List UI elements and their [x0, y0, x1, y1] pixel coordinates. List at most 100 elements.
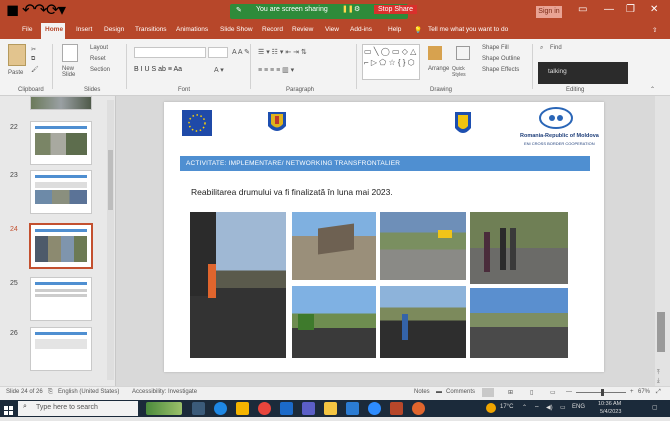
normal-view-icon[interactable] — [482, 388, 494, 397]
quick-styles-icon[interactable] — [456, 46, 470, 60]
arrange-icon[interactable] — [428, 46, 442, 60]
comments-icon[interactable]: ▬ — [436, 389, 442, 395]
shape-effects-button[interactable]: Shape Effects — [482, 67, 519, 73]
settings-icon[interactable]: ⚙ — [354, 5, 360, 13]
fit-slide-icon[interactable]: ⤢ — [656, 389, 661, 396]
cut-icon[interactable]: ✂ — [31, 46, 36, 53]
zoom-out-icon[interactable]: — — [566, 389, 572, 395]
word-icon[interactable] — [346, 402, 359, 415]
sign-in-button[interactable]: Sign in — [536, 6, 562, 18]
align-buttons[interactable]: ≡ ≡ ≡ ≡ ▥ ▾ — [258, 66, 294, 74]
zoom-app-icon[interactable] — [368, 402, 381, 415]
find-button[interactable]: Find — [550, 45, 562, 51]
zoom-in-icon[interactable]: + — [630, 389, 634, 395]
shape-fill-button[interactable]: Shape Fill — [482, 45, 509, 51]
clock-time[interactable]: 10:36 AM — [598, 401, 621, 407]
tab-review[interactable]: Review — [292, 26, 313, 33]
customize-icon[interactable]: ▾ — [58, 0, 66, 20]
minimize-button[interactable]: — — [604, 4, 614, 15]
temperature[interactable]: 17°C — [500, 404, 513, 410]
slideshow-icon[interactable]: ▭ — [550, 389, 556, 396]
prev-slide-icon[interactable]: ⤒ — [657, 370, 660, 377]
slide-scrollbar-thumb[interactable] — [657, 312, 665, 352]
accessibility-status[interactable]: Accessibility: Investigate — [132, 389, 197, 395]
next-slide-icon[interactable]: ⤓ — [657, 378, 660, 385]
taskbar-search-placeholder[interactable]: Type here to search — [36, 404, 98, 411]
tab-insert[interactable]: Insert — [76, 26, 92, 33]
tab-animations[interactable]: Animations — [176, 26, 208, 33]
arrange-button[interactable]: Arrange — [428, 66, 449, 72]
comments-button[interactable]: Comments — [446, 389, 475, 395]
share-icon[interactable]: ⇧ — [652, 26, 657, 34]
network-icon[interactable]: ⌔ — [534, 404, 540, 412]
thumbnail-26[interactable] — [30, 327, 92, 371]
file-explorer-icon[interactable] — [236, 402, 249, 415]
zoom-level[interactable]: 67% — [638, 389, 650, 395]
stop-share-button[interactable]: Stop Share — [374, 5, 418, 14]
chrome-browser-icon[interactable] — [258, 402, 271, 415]
teams-icon[interactable] — [302, 402, 315, 415]
notes-button[interactable]: Notes — [414, 389, 430, 395]
new-slide-label[interactable]: New Slide — [62, 66, 86, 78]
app-taskbar-icon[interactable] — [412, 402, 425, 415]
tab-view[interactable]: View — [325, 26, 339, 33]
tab-add-ins[interactable]: Add-ins — [350, 26, 372, 33]
font-size-input[interactable] — [208, 47, 228, 58]
font-color-icon[interactable]: A ▾ — [214, 66, 224, 74]
powerpoint-taskbar-icon[interactable] — [390, 402, 403, 415]
find-icon[interactable]: ⌕ — [540, 45, 543, 52]
language-tray-icon[interactable]: ENG — [572, 404, 585, 410]
collapse-ribbon-icon[interactable]: ⌃ — [650, 86, 655, 93]
maximize-button[interactable]: ❐ — [626, 4, 635, 15]
thumbnail-scrollbar-thumb[interactable] — [108, 150, 113, 210]
weather-tray-icon[interactable] — [486, 403, 496, 413]
quick-styles-button[interactable]: Quick Styles — [452, 66, 478, 78]
tab-design[interactable]: Design — [104, 26, 124, 33]
tab-transitions[interactable]: Transitions — [135, 26, 167, 33]
outlook-icon[interactable] — [280, 402, 293, 415]
volume-icon[interactable]: ◀) — [546, 404, 553, 411]
language-indicator[interactable]: English (United States) — [58, 389, 119, 395]
tab-record[interactable]: Record — [262, 26, 283, 33]
font-size-controls[interactable]: A A ✎ — [232, 48, 250, 56]
edge-browser-icon[interactable] — [214, 402, 227, 415]
weather-widget-icon[interactable] — [146, 402, 182, 415]
layout-button[interactable]: Layout — [90, 45, 108, 51]
tell-me-input[interactable]: Tell me what you want to do — [428, 26, 508, 33]
section-button[interactable]: Section — [90, 67, 110, 73]
task-view-icon[interactable] — [192, 402, 205, 415]
font-name-input[interactable] — [134, 47, 206, 58]
thumbnail-25[interactable] — [30, 277, 92, 321]
tab-file[interactable]: File — [22, 26, 32, 33]
battery-icon[interactable]: ▭ — [560, 404, 566, 411]
show-hidden-icons-icon[interactable]: ⌃ — [522, 404, 527, 411]
tab-slide-show[interactable]: Slide Show — [220, 26, 253, 33]
format-painter-icon[interactable]: 🖌 — [31, 66, 39, 73]
thumbnail-21-partial[interactable] — [30, 96, 92, 110]
shapes-gallery[interactable]: ▭ ╲ ◯ ▭ ◇ △ ⌐ ▷ ⬠ ☆ { } ⬡ — [362, 44, 420, 80]
tab-help[interactable]: Help — [388, 26, 401, 33]
pin-icon[interactable]: ✎ — [236, 6, 242, 14]
list-buttons[interactable]: ☰ ▾ ☷ ▾ ⇤ ⇥ ⇅ — [258, 48, 307, 56]
thumbnail-23[interactable] — [30, 170, 92, 214]
paste-label[interactable]: Paste — [8, 70, 23, 76]
pause-icon[interactable]: ❚❚ — [342, 5, 354, 13]
thumbnail-24-selected[interactable] — [29, 223, 93, 269]
tab-home[interactable]: Home — [45, 26, 63, 33]
copy-icon[interactable]: ⧉ — [31, 56, 35, 63]
new-slide-icon[interactable] — [62, 44, 78, 62]
thumbnail-22[interactable] — [30, 121, 92, 165]
paste-icon[interactable] — [8, 44, 26, 66]
folder-icon[interactable] — [324, 402, 337, 415]
reset-button[interactable]: Reset — [90, 56, 106, 62]
shape-outline-button[interactable]: Shape Outline — [482, 56, 520, 62]
close-button[interactable]: ✕ — [650, 4, 658, 15]
spellcheck-icon[interactable]: ⎘ — [48, 389, 53, 396]
ribbon-display-icon[interactable]: ▭ — [578, 4, 587, 15]
clock-date[interactable]: 5/4/2023 — [600, 409, 621, 415]
slide-sorter-icon[interactable]: ⊞ — [508, 389, 513, 396]
thumbnail-scrollbar[interactable] — [107, 100, 114, 380]
notifications-icon[interactable]: ▢ — [652, 404, 658, 411]
windows-start-icon[interactable] — [4, 403, 14, 415]
zoom-slider-handle[interactable] — [601, 389, 604, 396]
